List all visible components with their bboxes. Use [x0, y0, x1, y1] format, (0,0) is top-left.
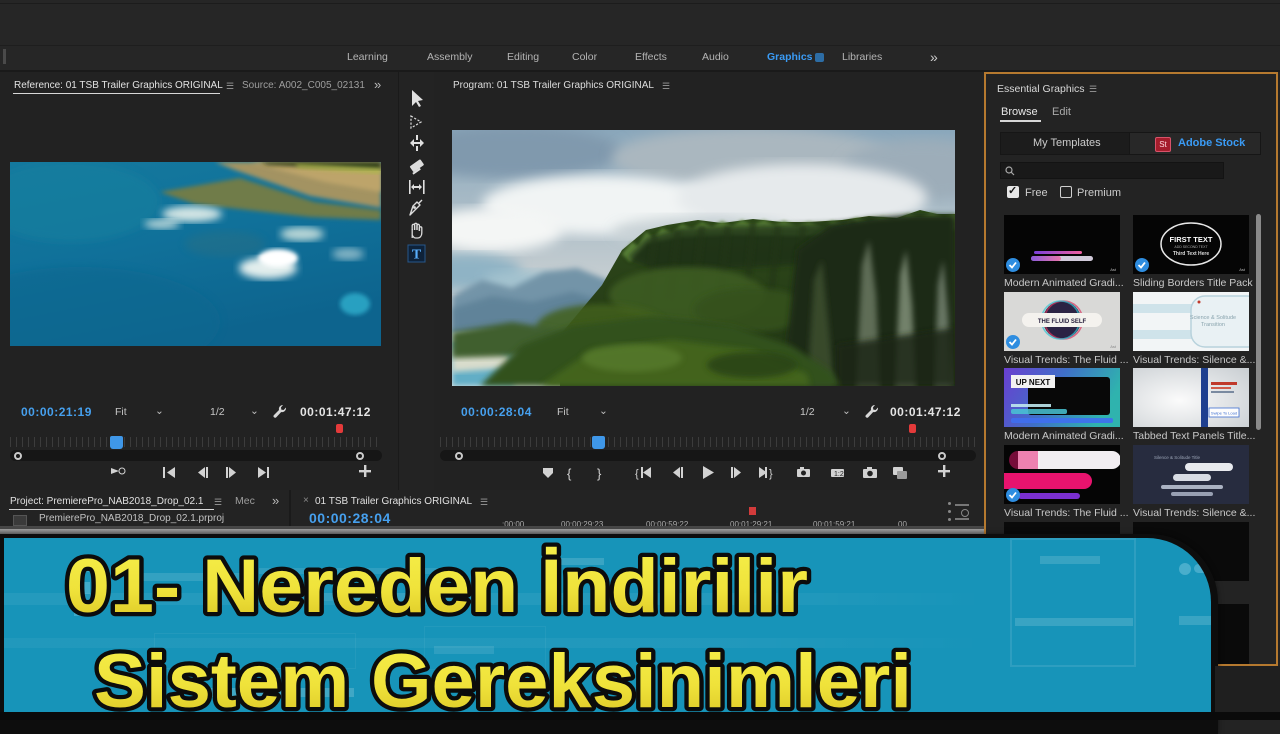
- svg-text:Sistem Gereksinimleri: Sistem Gereksinimleri: [94, 639, 912, 720]
- svg-text:Ast: Ast: [1110, 267, 1117, 272]
- svg-text:}: }: [769, 468, 773, 480]
- svg-text:ADD SECOND TEXT: ADD SECOND TEXT: [1174, 245, 1208, 249]
- svg-text:Ast: Ast: [1239, 267, 1246, 272]
- svg-text:01- Nereden İndirilir: 01- Nereden İndirilir: [66, 544, 808, 629]
- svg-text:T: T: [412, 248, 422, 263]
- svg-text:Science & Solitude: Science & Solitude: [1190, 315, 1236, 321]
- svg-text:THE FLUID SELF: THE FLUID SELF: [1038, 319, 1087, 325]
- svg-text:FIRST TEXT: FIRST TEXT: [1170, 235, 1213, 244]
- svg-text:{: {: [635, 468, 639, 480]
- svg-text:Swipe To Load: Swipe To Load: [1211, 411, 1237, 416]
- svg-text:}: }: [597, 466, 602, 481]
- svg-text:Ast: Ast: [1110, 344, 1117, 349]
- svg-text:1:2: 1:2: [834, 471, 844, 478]
- svg-text:UP NEXT: UP NEXT: [1016, 378, 1051, 387]
- svg-text:Transition: Transition: [1201, 322, 1225, 328]
- svg-text:Silence & Solitude Title: Silence & Solitude Title: [1154, 455, 1201, 460]
- svg-text:Third Text Here: Third Text Here: [1173, 251, 1210, 257]
- svg-text:{: {: [567, 466, 572, 481]
